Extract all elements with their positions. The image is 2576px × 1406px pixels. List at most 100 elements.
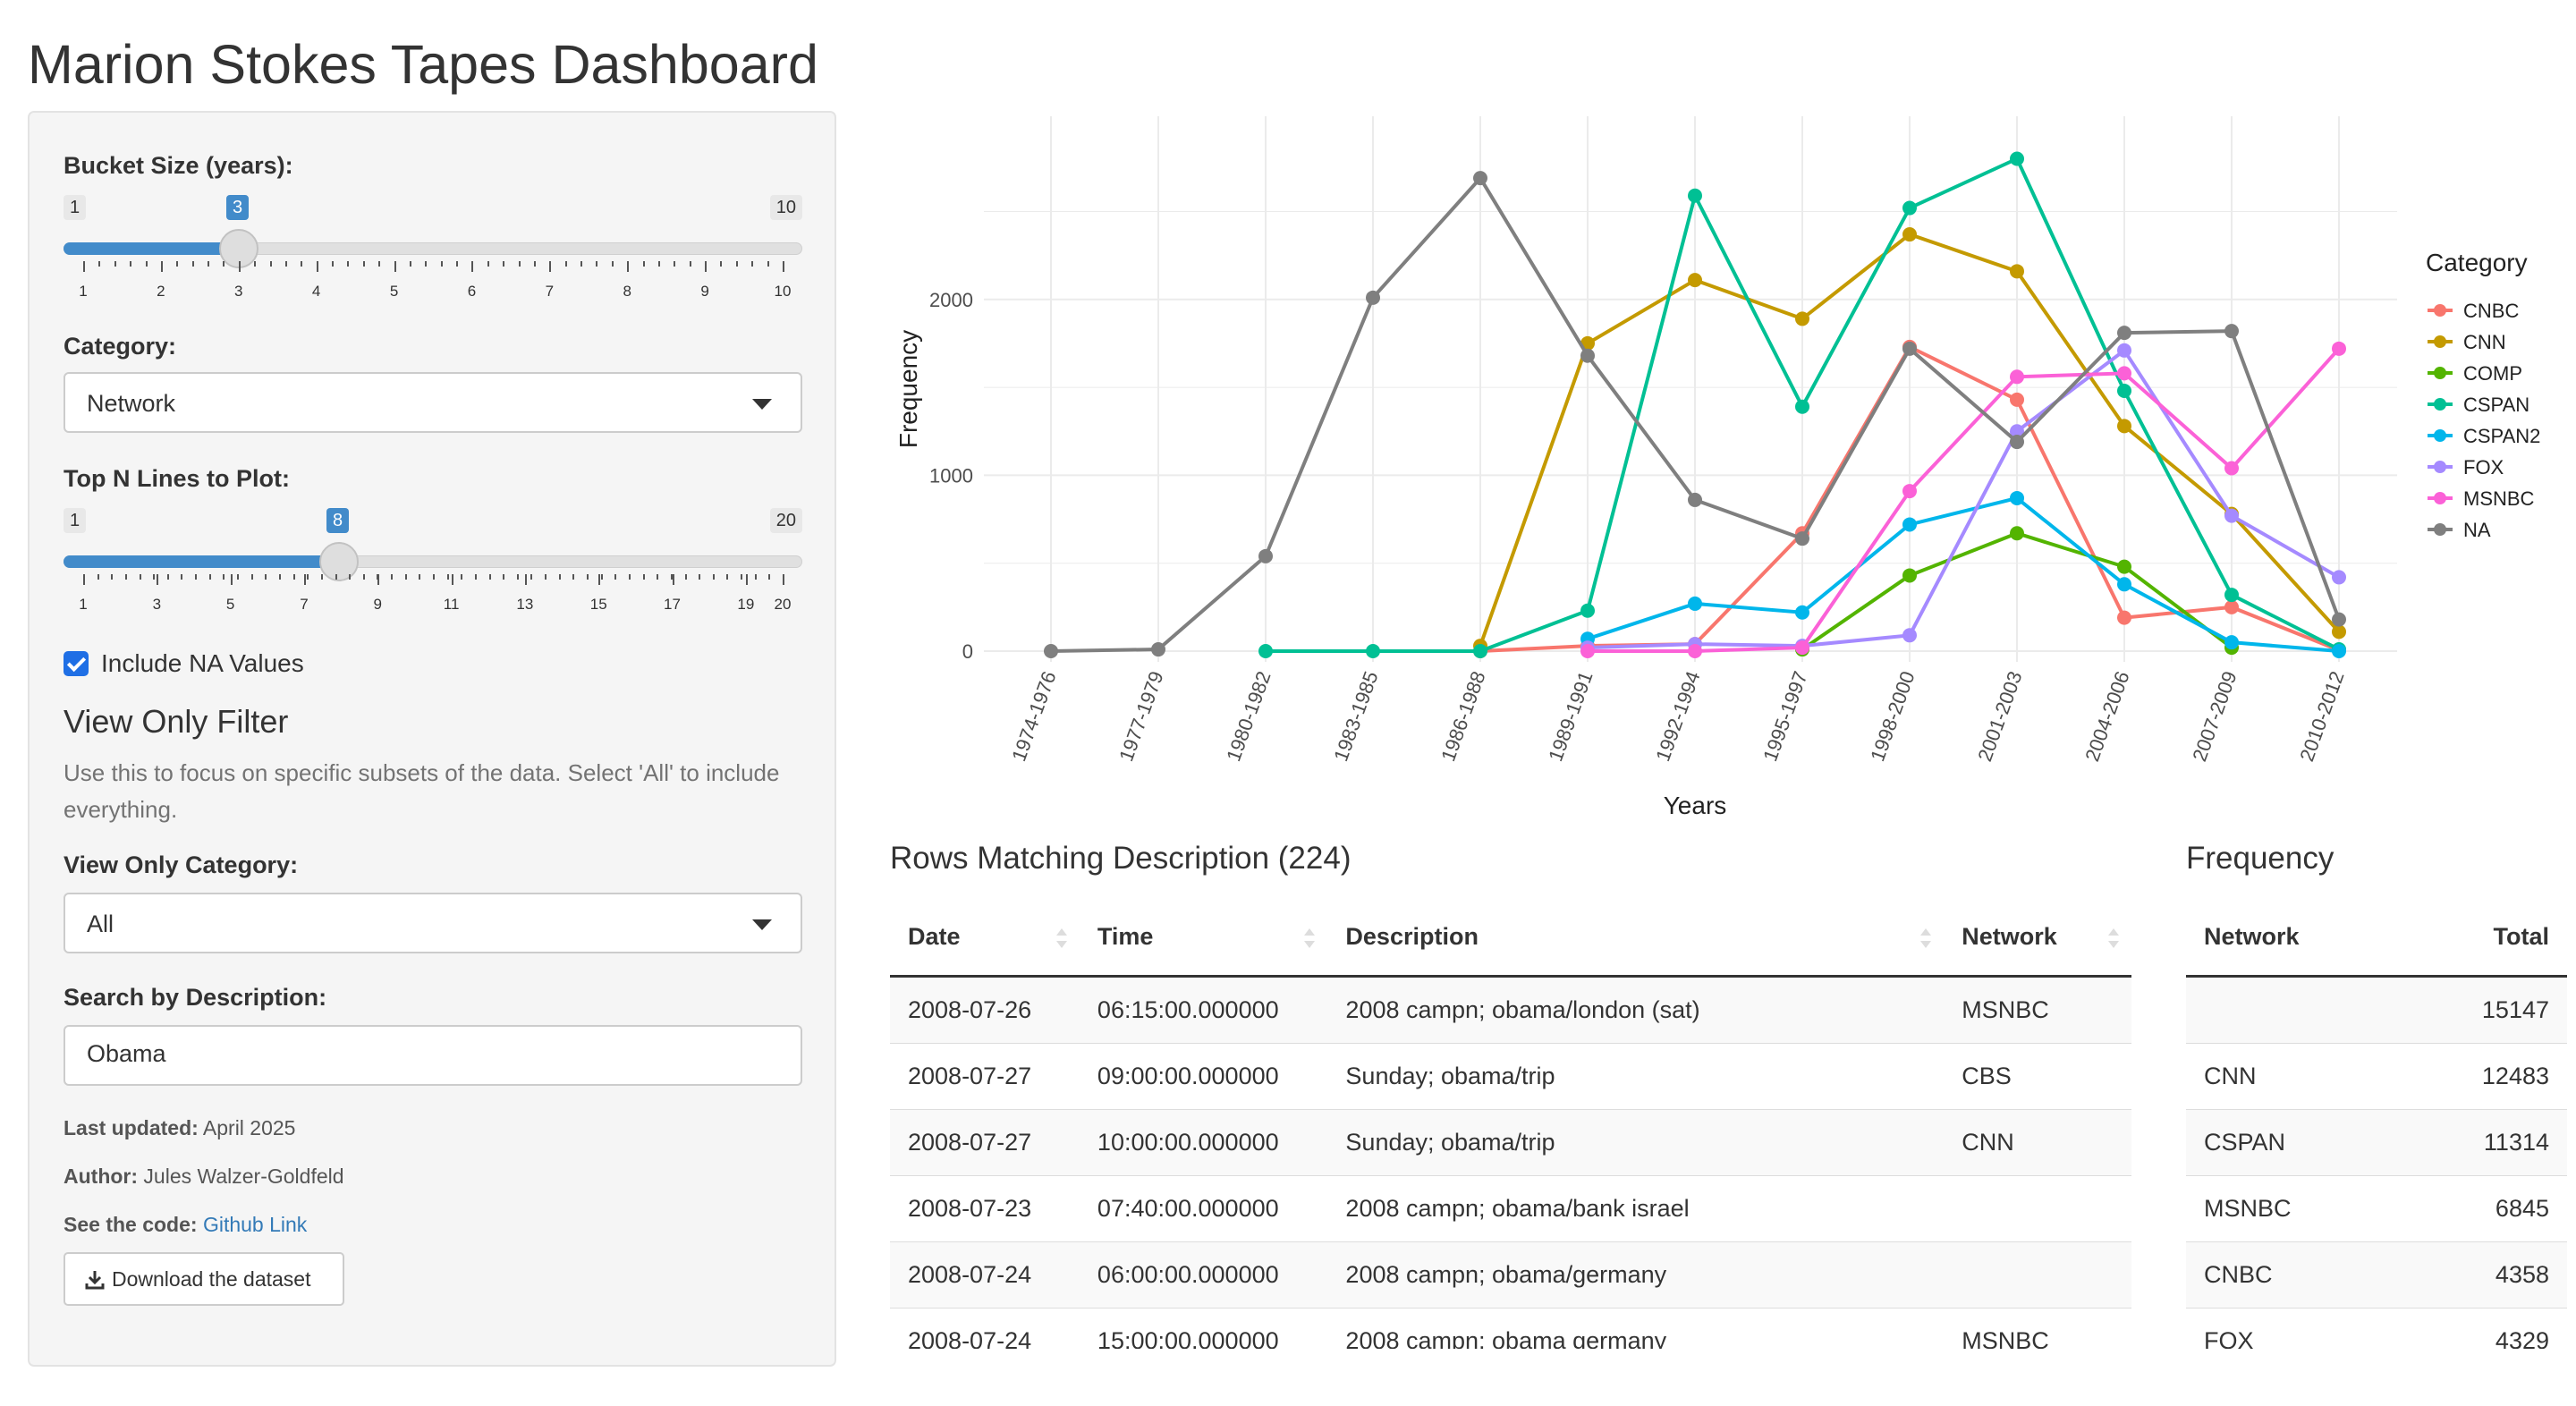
slider-minor-tick: [347, 261, 350, 267]
data-point: [1902, 517, 1917, 532]
code-link-row: See the code: Github Link: [64, 1213, 307, 1237]
x-tick-label: 1989-1991: [1544, 668, 1597, 764]
sort-icon[interactable]: [1920, 928, 1932, 948]
table-row[interactable]: 2008-07-27 09:00:00.000000 Sunday; obama/t…: [890, 1043, 2131, 1110]
legend-label: CNN: [2463, 331, 2506, 353]
slider-minor-tick: [471, 261, 474, 267]
slider-tick-label: 5: [225, 596, 235, 613]
legend-key-point: [2434, 461, 2446, 473]
slider-minor-tick: [705, 261, 708, 267]
download-button[interactable]: Download the dataset: [64, 1252, 344, 1306]
slider-tick-label: 9: [373, 596, 382, 613]
x-tick-label: 1998-2000: [1866, 668, 1919, 764]
slider-value-label: 8: [326, 508, 350, 533]
table-cell-network: MSNBC: [1944, 976, 2131, 1044]
slider-minor-tick: [488, 574, 491, 580]
slider-minor-tick: [487, 261, 489, 267]
data-point: [2332, 624, 2346, 639]
y-tick-label: 2000: [929, 289, 973, 311]
x-tick-label: 1980-1982: [1222, 668, 1275, 764]
column-header-time[interactable]: Time: [1079, 898, 1328, 978]
last-updated-value: April 2025: [202, 1116, 296, 1139]
bucket-size-slider[interactable]: 1 3 10 1 2 3 4 5 6 7 8 9 10: [64, 195, 802, 320]
legend-label: COMP: [2463, 362, 2522, 385]
data-point: [1580, 348, 1595, 363]
slider-minor-tick: [160, 261, 163, 267]
table-row[interactable]: MSNBC 6845: [2186, 1175, 2567, 1242]
top-n-slider[interactable]: 1 8 20 1 3 5 7 9 11 13 15 17 19 20: [64, 508, 802, 633]
table-row[interactable]: CNBC 4358: [2186, 1241, 2567, 1309]
sort-icon[interactable]: [1304, 928, 1316, 948]
slider-minor-tick: [316, 261, 318, 267]
slider-minor-tick: [741, 574, 743, 580]
slider-tick-label: 7: [545, 283, 555, 300]
slider-minor-tick: [751, 261, 754, 267]
table-row[interactable]: 15147: [2186, 976, 2567, 1044]
include-na-label[interactable]: Include NA Values: [101, 649, 304, 678]
table-row[interactable]: CSPAN 11314: [2186, 1109, 2567, 1176]
sort-icon[interactable]: [1055, 928, 1067, 948]
data-point: [1366, 290, 1380, 305]
slider-minor-tick: [166, 574, 169, 580]
x-tick-label: 1974-1976: [1007, 668, 1060, 764]
table-cell-description: 2008 campn; obama/bank israel: [1327, 1175, 1945, 1242]
table-cell-description: 2008 campn; obama/london (sat): [1327, 976, 1945, 1044]
slider-handle[interactable]: [319, 542, 359, 581]
top-n-label: Top N Lines to Plot:: [64, 465, 290, 492]
view-category-select[interactable]: All: [64, 893, 802, 953]
legend-key-point: [2434, 367, 2446, 379]
data-point: [1580, 644, 1595, 658]
category-select-value: Network: [87, 390, 176, 417]
slider-minor-tick: [195, 574, 198, 580]
github-link[interactable]: Github Link: [203, 1213, 307, 1236]
view-filter-heading: View Only Filter: [64, 703, 289, 740]
slider-minor-tick: [530, 574, 533, 580]
slider-minor-tick: [83, 261, 85, 267]
table-row[interactable]: 2008-07-24 15:00:00.000000 2008 campn; oba…: [890, 1308, 2131, 1349]
slider-max-label: 10: [769, 195, 802, 220]
include-na-checkbox[interactable]: [64, 651, 89, 676]
download-icon: [85, 1271, 105, 1290]
category-select[interactable]: Network: [64, 372, 802, 433]
slider-minor-tick: [425, 261, 428, 267]
slider-minor-tick: [674, 261, 676, 267]
table-cell-network: CSPAN: [2186, 1109, 2400, 1176]
slider-minor-tick: [83, 574, 85, 580]
legend-title: Category: [2426, 249, 2528, 276]
data-point: [2224, 588, 2239, 603]
data-point: [1151, 642, 1165, 657]
slider-tick-label: 9: [700, 283, 709, 300]
search-field[interactable]: [64, 1025, 802, 1086]
data-point: [2010, 392, 2024, 407]
table-cell-time: 15:00:00.000000: [1079, 1308, 1328, 1349]
table-row[interactable]: 2008-07-26 06:15:00.000000 2008 campn; oba…: [890, 976, 2131, 1044]
legend-key-point: [2434, 398, 2446, 411]
frequency-table-title: Frequency: [2186, 841, 2334, 876]
slider-minor-tick: [446, 574, 449, 580]
table-cell-network: [1944, 1175, 2131, 1242]
table-row[interactable]: FOX 4329: [2186, 1308, 2567, 1349]
data-point: [1902, 200, 1917, 216]
column-header-network[interactable]: Network: [1944, 898, 2131, 978]
code-label: See the code:: [64, 1213, 198, 1236]
slider-minor-tick: [223, 574, 225, 580]
slider-minor-tick: [362, 574, 365, 580]
x-tick-label: 2004-2006: [2080, 668, 2133, 764]
column-header-description[interactable]: Description: [1327, 898, 1945, 978]
table-cell-description: Sunday; obama/trip: [1327, 1043, 1945, 1110]
column-header-date[interactable]: Date: [890, 898, 1080, 978]
slider-min-label: 1: [64, 508, 87, 533]
table-row[interactable]: 2008-07-24 06:00:00.000000 2008 campn; oba…: [890, 1241, 2131, 1309]
table-row[interactable]: 2008-07-23 07:40:00.000000 2008 campn; oba…: [890, 1175, 2131, 1242]
slider-minor-tick: [712, 574, 715, 580]
author: Author: Jules Walzer-Goldfeld: [64, 1165, 344, 1189]
table-row[interactable]: 2008-07-27 10:00:00.000000 Sunday; obama/t…: [890, 1109, 2131, 1176]
slider-minor-tick: [614, 574, 617, 580]
rows-table: Date Time Description Network 2008-07-26 06:…: [890, 898, 2131, 1349]
table-cell-date: 2008-07-23: [890, 1175, 1080, 1242]
x-tick-label: 2007-2009: [2188, 668, 2241, 764]
slider-minor-tick: [145, 261, 148, 267]
search-input[interactable]: [85, 1039, 768, 1069]
table-row[interactable]: CNN 12483: [2186, 1043, 2567, 1110]
sort-icon[interactable]: [2108, 928, 2119, 948]
